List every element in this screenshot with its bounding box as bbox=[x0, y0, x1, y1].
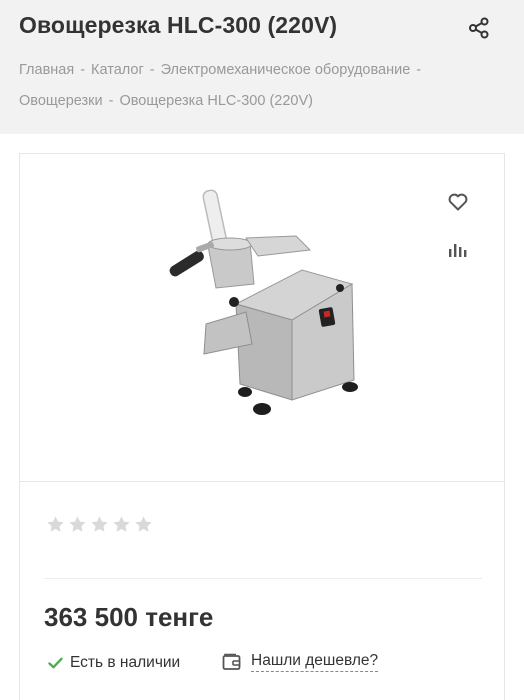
star-icon[interactable] bbox=[112, 515, 131, 534]
checkmark-icon bbox=[48, 657, 63, 669]
found-cheaper-link[interactable]: Нашли дешевле? bbox=[222, 652, 379, 672]
breadcrumb-link-catalog[interactable]: Каталог bbox=[91, 62, 144, 78]
product-price: 363 500 тенге bbox=[44, 602, 214, 632]
breadcrumb-current: Овощерезка HLC-300 (220V) bbox=[119, 93, 313, 109]
share-button[interactable] bbox=[465, 14, 493, 42]
compare-button[interactable] bbox=[446, 238, 470, 262]
breadcrumb-link-vegetable-cutters[interactable]: Овощерезки bbox=[19, 93, 103, 109]
breadcrumb-link-home[interactable]: Главная bbox=[19, 62, 74, 78]
star-icon[interactable] bbox=[90, 515, 109, 534]
breadcrumb-separator: - bbox=[80, 62, 86, 78]
star-icon[interactable] bbox=[68, 515, 87, 534]
wallet-icon bbox=[222, 653, 241, 670]
divider bbox=[44, 578, 482, 579]
product-card: 363 500 тенге Есть в наличии Нашли дешев… bbox=[19, 153, 505, 700]
page-header: Овощерезка HLC-300 (220V) Главная - Катало… bbox=[0, 0, 524, 134]
stock-label: Есть в наличии bbox=[70, 654, 181, 671]
rating-stars[interactable] bbox=[46, 515, 153, 534]
stock-status: Есть в наличии bbox=[48, 654, 180, 672]
compare-chart-icon bbox=[449, 244, 467, 257]
star-icon[interactable] bbox=[46, 515, 65, 534]
breadcrumb: Главная - Каталог - Электромеханическое обор… bbox=[19, 55, 489, 117]
breadcrumb-separator: - bbox=[108, 93, 114, 109]
breadcrumb-link-electromechanical[interactable]: Электромеханическое оборудование bbox=[161, 62, 411, 78]
heart-icon bbox=[448, 193, 468, 211]
breadcrumb-separator: - bbox=[416, 62, 422, 78]
breadcrumb-separator: - bbox=[149, 62, 155, 78]
page-title: Овощерезка HLC-300 (220V) bbox=[19, 12, 338, 38]
vegetable-cutter-image[interactable] bbox=[150, 184, 370, 419]
favorite-button[interactable] bbox=[446, 190, 470, 214]
share-icon bbox=[469, 17, 489, 39]
product-gallery bbox=[20, 154, 504, 482]
star-icon[interactable] bbox=[134, 515, 153, 534]
found-cheaper-label[interactable]: Нашли дешевле? bbox=[251, 652, 379, 672]
